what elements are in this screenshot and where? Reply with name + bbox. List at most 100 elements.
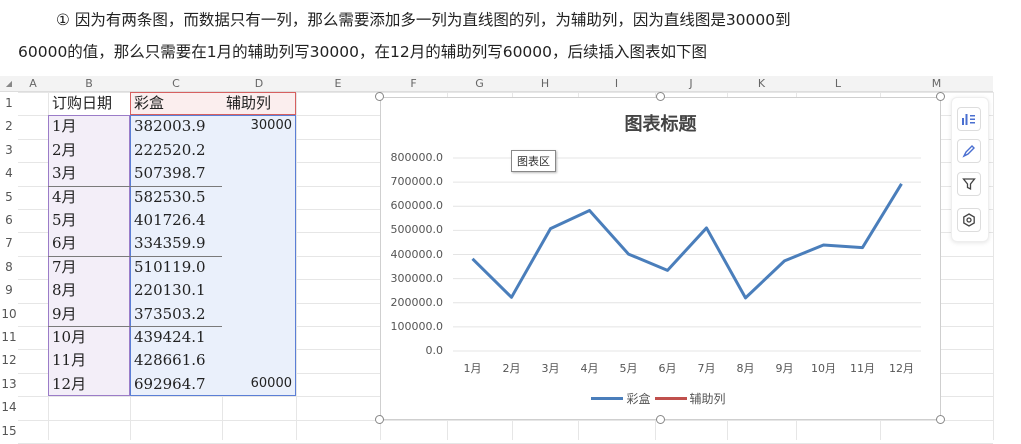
column-header-m[interactable]: M — [880, 76, 993, 92]
column-header-e[interactable]: E — [296, 76, 380, 92]
table-cell[interactable]: 692964.7 — [130, 373, 222, 395]
x-tick-label: 5月 — [619, 362, 638, 375]
legend-item[interactable]: 彩盒 — [591, 390, 651, 407]
row-header-2[interactable]: 2 — [0, 119, 18, 133]
table-cell[interactable]: 3月 — [48, 162, 130, 184]
y-tick-label: 100000.0 — [390, 319, 444, 333]
chart-settings-button[interactable] — [957, 208, 981, 232]
x-tick-label: 6月 — [658, 362, 677, 375]
table-cell[interactable]: 510119.0 — [130, 256, 222, 278]
column-header-k[interactable]: K — [727, 76, 796, 92]
y-tick-label: 0.0 — [425, 344, 444, 357]
table-cell[interactable]: 334359.9 — [130, 232, 222, 254]
legend-item[interactable]: 辅助列 — [654, 390, 726, 407]
table-cell[interactable]: 1月 — [48, 115, 130, 137]
column-header-b[interactable]: B — [48, 76, 130, 92]
table-cell[interactable]: 5月 — [48, 209, 130, 231]
table-header-cell[interactable]: 辅助列 — [222, 92, 296, 114]
chart-style-button[interactable] — [957, 139, 981, 163]
table-cell[interactable]: 9月 — [48, 303, 130, 325]
table-cell[interactable]: 382003.9 — [130, 115, 222, 137]
select-all-corner[interactable]: ◢ — [0, 76, 18, 92]
table-cell[interactable]: 401726.4 — [130, 209, 222, 231]
intro-line-2: 60000的值，那么只需要在1月的辅助列写30000，在12月的辅助列写6000… — [18, 43, 708, 61]
row-header-8[interactable]: 8 — [0, 260, 18, 274]
y-tick-label: 600000.0 — [390, 199, 444, 213]
x-tick-label: 8月 — [736, 362, 755, 375]
x-tick-label: 2月 — [502, 362, 521, 375]
table-cell[interactable]: 30000 — [222, 115, 296, 137]
table-cell[interactable]: 11月 — [48, 349, 130, 371]
table-header-cell[interactable]: 订购日期 — [48, 92, 130, 114]
intro-text: ① 因为有两条图，而数据只有一列，那么需要添加多一列为直线图的列，为辅助列，因为… — [18, 4, 1008, 68]
table-cell[interactable]: 373503.2 — [130, 303, 222, 325]
table-cell[interactable]: 2月 — [48, 139, 130, 161]
resize-handle[interactable] — [375, 415, 384, 424]
resize-handle[interactable] — [655, 415, 665, 424]
table-cell[interactable]: 4月 — [48, 186, 130, 208]
x-tick-label: 1月 — [463, 362, 482, 375]
row-header-14[interactable]: 14 — [0, 400, 18, 414]
row-header-10[interactable]: 10 — [0, 307, 18, 321]
column-header-a[interactable]: A — [18, 76, 48, 92]
legend-label: 辅助列 — [689, 392, 726, 406]
column-header-d[interactable]: D — [222, 76, 296, 92]
column-header-l[interactable]: L — [796, 76, 880, 92]
y-tick-label: 500000.0 — [390, 223, 444, 237]
legend-swatch — [591, 397, 624, 400]
row-header-6[interactable]: 6 — [0, 213, 18, 227]
table-cell[interactable]: 6月 — [48, 232, 130, 254]
chart-style-icon — [962, 145, 975, 158]
grid-vline — [296, 92, 297, 440]
table-cell[interactable]: 60000 — [222, 373, 296, 395]
chart-area[interactable]: 图表标题 图表区 彩盒 辅助列 0.0 100000.0 200000.0 300000… — [380, 97, 941, 420]
y-tick-label: 300000.0 — [390, 271, 444, 285]
resize-handle[interactable] — [655, 92, 665, 101]
chart-elements-button[interactable] — [957, 107, 981, 131]
column-header-f[interactable]: F — [380, 76, 447, 92]
row-header-15[interactable]: 15 — [0, 424, 18, 438]
y-tick-label: 400000.0 — [390, 247, 444, 261]
table-cell[interactable]: 12月 — [48, 373, 130, 395]
table-cell[interactable]: 582530.5 — [130, 186, 222, 208]
resize-handle[interactable] — [936, 415, 945, 424]
row-header-5[interactable]: 5 — [0, 190, 18, 204]
row-header-12[interactable]: 12 — [0, 353, 18, 367]
table-cell[interactable]: 439424.1 — [130, 326, 222, 348]
table-cell[interactable]: 10月 — [48, 326, 130, 348]
y-tick-label: 200000.0 — [390, 295, 444, 309]
row-header-13[interactable]: 13 — [0, 377, 18, 391]
grid-vline — [993, 92, 994, 440]
table-header-cell[interactable]: 彩盒 — [130, 92, 222, 114]
column-header-j[interactable]: J — [655, 76, 727, 92]
resize-handle[interactable] — [936, 92, 945, 101]
chart-legend[interactable]: 彩盒 辅助列 — [381, 390, 940, 407]
row-header-7[interactable]: 7 — [0, 236, 18, 250]
column-header-i[interactable]: I — [578, 76, 655, 92]
y-tick-label: 800000.0 — [390, 151, 444, 164]
table-cell[interactable]: 507398.7 — [130, 162, 222, 184]
row-header-4[interactable]: 4 — [0, 166, 18, 180]
table-cell[interactable]: 8月 — [48, 279, 130, 301]
x-tick-label: 11月 — [850, 362, 875, 375]
column-header-g[interactable]: G — [447, 76, 512, 92]
legend-label: 彩盒 — [626, 392, 651, 406]
chart-filter-button[interactable] — [957, 172, 981, 196]
row-header-11[interactable]: 11 — [0, 330, 18, 344]
series-line-0[interactable] — [471, 183, 903, 300]
y-tick-label: 700000.0 — [390, 175, 444, 189]
table-cell[interactable]: 222520.2 — [130, 139, 222, 161]
column-header-h[interactable]: H — [512, 76, 578, 92]
table-cell[interactable]: 428661.6 — [130, 349, 222, 371]
x-tick-label: 9月 — [775, 362, 794, 375]
row-header-3[interactable]: 3 — [0, 143, 18, 157]
table-cell[interactable]: 7月 — [48, 256, 130, 278]
x-tick-label: 12月 — [889, 362, 914, 375]
table-cell[interactable]: 220130.1 — [130, 279, 222, 301]
chart-filter-icon — [962, 178, 976, 191]
resize-handle[interactable] — [375, 92, 384, 101]
row-header-9[interactable]: 9 — [0, 283, 18, 297]
column-header-c[interactable]: C — [130, 76, 222, 92]
row-header-1[interactable]: 1 — [0, 96, 18, 110]
intro-line-1: ① 因为有两条图，而数据只有一列，那么需要添加多一列为直线图的列，为辅助列，因为… — [56, 11, 791, 29]
